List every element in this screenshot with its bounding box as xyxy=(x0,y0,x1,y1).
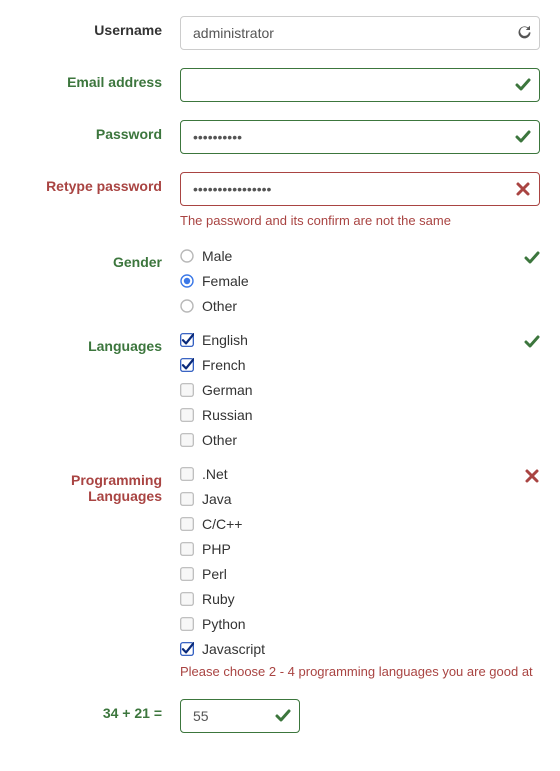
check-icon xyxy=(524,250,540,266)
option-label: Ruby xyxy=(202,591,235,607)
retype-error: The password and its confirm are not the… xyxy=(180,212,540,230)
checkbox-icon xyxy=(180,542,194,556)
username-label: Username xyxy=(20,16,180,38)
gender-options: Male Female Other xyxy=(180,248,249,314)
checkbox-icon xyxy=(180,567,194,581)
checkbox-icon xyxy=(180,333,194,347)
option-label: Russian xyxy=(202,407,253,423)
checkbox-icon xyxy=(180,467,194,481)
option-label: French xyxy=(202,357,246,373)
cross-icon xyxy=(524,468,540,484)
languages-option-german[interactable]: German xyxy=(180,382,253,398)
password-input[interactable] xyxy=(180,120,540,154)
option-label: Male xyxy=(202,248,232,264)
checkbox-icon xyxy=(180,383,194,397)
proglang-option--net[interactable]: .Net xyxy=(180,466,265,482)
languages-option-russian[interactable]: Russian xyxy=(180,407,253,423)
languages-option-other[interactable]: Other xyxy=(180,432,253,448)
check-icon xyxy=(524,334,540,350)
email-label: Email address xyxy=(20,68,180,90)
languages-option-english[interactable]: English xyxy=(180,332,253,348)
proglang-option-c-c-[interactable]: C/C++ xyxy=(180,516,265,532)
option-label: C/C++ xyxy=(202,516,242,532)
checkbox-icon xyxy=(180,642,194,656)
proglang-option-perl[interactable]: Perl xyxy=(180,566,265,582)
refresh-icon[interactable] xyxy=(515,25,531,41)
radio-icon xyxy=(180,299,194,313)
languages-options: English French German Russian Other xyxy=(180,332,253,448)
option-label: Java xyxy=(202,491,232,507)
gender-option-male[interactable]: Male xyxy=(180,248,249,264)
option-label: Other xyxy=(202,432,237,448)
checkbox-icon xyxy=(180,492,194,506)
option-label: Python xyxy=(202,616,246,632)
checkbox-icon xyxy=(180,433,194,447)
option-label: Perl xyxy=(202,566,227,582)
proglang-option-java[interactable]: Java xyxy=(180,491,265,507)
prog-languages-options: .Net Java C/C++ PHP Perl Ruby Python Javascript xyxy=(180,466,265,657)
email-input[interactable] xyxy=(180,68,540,102)
checkbox-icon xyxy=(180,617,194,631)
option-label: Other xyxy=(202,298,237,314)
check-icon xyxy=(515,129,531,145)
password-label: Password xyxy=(20,120,180,142)
prog-languages-help: Please choose 2 - 4 programming language… xyxy=(180,663,540,681)
option-label: .Net xyxy=(202,466,228,482)
check-icon xyxy=(275,708,291,724)
option-label: Javascript xyxy=(202,641,265,657)
check-icon xyxy=(515,77,531,93)
checkbox-icon xyxy=(180,408,194,422)
option-label: German xyxy=(202,382,253,398)
proglang-option-python[interactable]: Python xyxy=(180,616,265,632)
retype-label: Retype password xyxy=(20,172,180,194)
languages-option-french[interactable]: French xyxy=(180,357,253,373)
retype-input[interactable] xyxy=(180,172,540,206)
gender-option-other[interactable]: Other xyxy=(180,298,249,314)
username-input[interactable] xyxy=(180,16,540,50)
captcha-label: 34 + 21 = xyxy=(20,699,180,721)
prog-languages-label: Programming Languages xyxy=(20,466,180,504)
gender-label: Gender xyxy=(20,248,180,270)
option-label: PHP xyxy=(202,541,231,557)
cross-icon xyxy=(515,181,531,197)
languages-label: Languages xyxy=(20,332,180,354)
proglang-option-javascript[interactable]: Javascript xyxy=(180,641,265,657)
option-label: Female xyxy=(202,273,249,289)
radio-icon xyxy=(180,249,194,263)
radio-icon xyxy=(180,274,194,288)
proglang-option-ruby[interactable]: Ruby xyxy=(180,591,265,607)
checkbox-icon xyxy=(180,358,194,372)
checkbox-icon xyxy=(180,517,194,531)
proglang-option-php[interactable]: PHP xyxy=(180,541,265,557)
gender-option-female[interactable]: Female xyxy=(180,273,249,289)
option-label: English xyxy=(202,332,248,348)
checkbox-icon xyxy=(180,592,194,606)
